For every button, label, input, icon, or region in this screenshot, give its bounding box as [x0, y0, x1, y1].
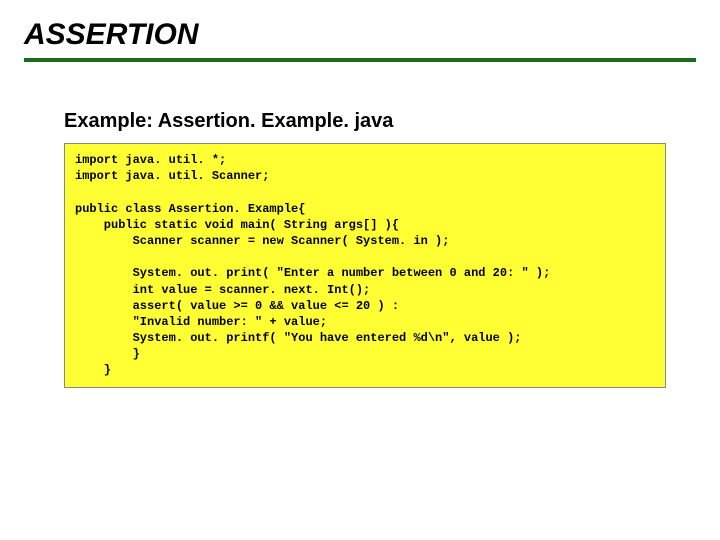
content-area: Example: Assertion. Example. java import… — [24, 110, 696, 388]
code-block: import java. util. *; import java. util.… — [64, 143, 666, 388]
slide-title: ASSERTION — [24, 18, 696, 62]
example-heading: Example: Assertion. Example. java — [64, 110, 666, 133]
